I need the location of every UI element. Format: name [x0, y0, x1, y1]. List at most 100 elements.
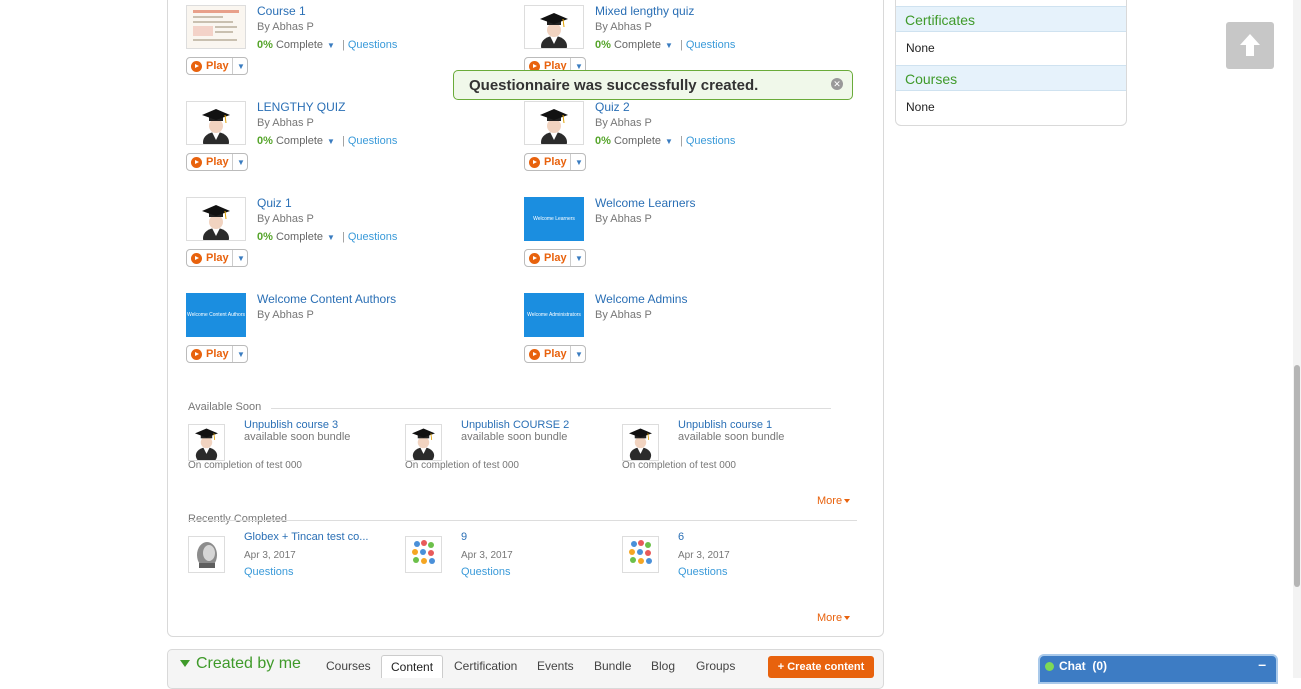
tab-blog[interactable]: Blog [651, 659, 675, 673]
chevron-down-icon[interactable]: ▼ [327, 233, 335, 242]
scroll-to-top-button[interactable] [1226, 22, 1274, 69]
questions-link[interactable]: Questions [244, 566, 294, 578]
more-link[interactable]: More [817, 495, 850, 507]
course-thumbnail[interactable] [524, 101, 584, 145]
created-by-me-panel: Created by me Courses Content Certificat… [167, 649, 884, 689]
arrow-up-icon [1240, 34, 1260, 56]
course-title[interactable]: Course 1 [257, 4, 306, 18]
bubbles-icon [629, 540, 652, 564]
divider [570, 154, 571, 170]
questions-link[interactable]: Questions [348, 39, 398, 51]
item-title[interactable]: Unpublish course 3 [244, 419, 338, 431]
tab-groups[interactable]: Groups [696, 659, 735, 673]
course-title[interactable]: Welcome Content Authors [257, 292, 396, 306]
tab-bundle[interactable]: Bundle [594, 659, 631, 673]
item-subtitle: available soon bundle [678, 431, 785, 443]
course-card: Welcome Learners Welcome Learners By Abh… [524, 196, 844, 277]
course-author: By Abhas P [257, 117, 314, 129]
course-author: By Abhas P [257, 213, 314, 225]
available-soon-item: Unpublish course 3 available soon bundle… [188, 419, 398, 484]
more-link[interactable]: More [817, 612, 850, 624]
play-button[interactable]: Play ▼ [186, 153, 248, 171]
tab-content[interactable]: Content [381, 655, 444, 678]
courses-heading: Courses [896, 65, 1126, 91]
chevron-down-icon[interactable]: ▼ [237, 350, 245, 359]
chat-widget[interactable]: Chat (0) – [1038, 654, 1278, 684]
course-title[interactable]: Welcome Admins [595, 292, 687, 306]
course-progress: 0% Complete ▼ | Questions [257, 39, 397, 51]
chevron-down-icon[interactable]: ▼ [327, 41, 335, 50]
course-thumbnail[interactable]: Welcome Administrators [524, 293, 584, 337]
document-thumbnail-icon [193, 10, 239, 41]
toast-message: Questionnaire was successfully created. [469, 77, 759, 94]
course-thumbnail[interactable] [186, 197, 246, 241]
chevron-down-icon[interactable]: ▼ [575, 350, 583, 359]
close-icon[interactable]: ✕ [831, 78, 843, 90]
created-by-me-toggle[interactable]: Created by me [180, 655, 301, 673]
play-button[interactable]: Play ▼ [524, 249, 586, 267]
chat-label: Chat (0) [1059, 659, 1107, 673]
chevron-down-icon[interactable]: ▼ [575, 254, 583, 263]
item-thumbnail[interactable] [405, 424, 442, 461]
chevron-down-icon[interactable]: ▼ [237, 254, 245, 263]
play-label: Play [206, 60, 229, 72]
bubbles-icon [412, 540, 435, 564]
item-thumbnail[interactable] [188, 424, 225, 461]
item-thumbnail[interactable] [188, 536, 225, 573]
course-thumbnail[interactable] [186, 5, 246, 49]
progress-status: Complete [275, 231, 324, 243]
divider: | [341, 135, 345, 147]
tab-courses[interactable]: Courses [326, 659, 371, 673]
create-content-button[interactable]: + Create content [768, 656, 874, 678]
tab-events[interactable]: Events [537, 659, 574, 673]
play-button[interactable]: Play ▼ [524, 153, 586, 171]
item-title[interactable]: Globex + Tincan test co... [244, 531, 368, 543]
course-thumbnail[interactable]: Welcome Content Authors [186, 293, 246, 337]
chevron-down-icon[interactable]: ▼ [327, 137, 335, 146]
course-author: By Abhas P [595, 213, 652, 225]
play-label: Play [544, 156, 567, 168]
course-card: Quiz 2 By Abhas P 0% Complete ▼ | Questions… [524, 100, 844, 181]
scrollbar[interactable] [1293, 0, 1301, 678]
play-button[interactable]: Play ▼ [186, 57, 248, 75]
tab-certification[interactable]: Certification [454, 659, 517, 673]
progress-percent: 0% [595, 135, 611, 147]
course-title[interactable]: Mixed lengthy quiz [595, 4, 694, 18]
questions-link[interactable]: Questions [678, 566, 728, 578]
chevron-down-icon[interactable]: ▼ [575, 158, 583, 167]
item-thumbnail[interactable] [405, 536, 442, 573]
questions-link[interactable]: Questions [348, 135, 398, 147]
play-icon [191, 252, 202, 264]
item-title[interactable]: Unpublish course 1 [678, 419, 772, 431]
item-thumbnail[interactable] [622, 536, 659, 573]
chevron-down-icon[interactable]: ▼ [665, 41, 673, 50]
course-thumbnail[interactable] [186, 101, 246, 145]
course-title[interactable]: Quiz 2 [595, 100, 630, 114]
course-title[interactable]: LENGTHY QUIZ [257, 100, 345, 114]
play-button[interactable]: Play ▼ [524, 345, 586, 363]
course-thumbnail[interactable] [524, 5, 584, 49]
scrollbar-thumb[interactable] [1294, 365, 1300, 587]
item-condition: On completion of test 000 [405, 460, 519, 471]
minimize-icon[interactable]: – [1258, 656, 1266, 672]
recently-completed-item: 6 Apr 3, 2017 Questions [622, 531, 832, 596]
chevron-down-icon[interactable]: ▼ [665, 137, 673, 146]
play-button[interactable]: Play ▼ [186, 345, 248, 363]
course-title[interactable]: Quiz 1 [257, 196, 292, 210]
course-thumbnail[interactable]: Welcome Learners [524, 197, 584, 241]
item-title[interactable]: 9 [461, 531, 467, 543]
chevron-down-icon[interactable]: ▼ [237, 62, 245, 71]
course-card: Welcome Content Authors Welcome Content … [186, 292, 506, 373]
course-title[interactable]: Welcome Learners [595, 196, 696, 210]
chevron-down-icon[interactable]: ▼ [237, 158, 245, 167]
questions-link[interactable]: Questions [348, 231, 398, 243]
questions-link[interactable]: Questions [686, 39, 736, 51]
questions-link[interactable]: Questions [461, 566, 511, 578]
play-button[interactable]: Play ▼ [186, 249, 248, 267]
questions-link[interactable]: Questions [686, 135, 736, 147]
course-card: Quiz 1 By Abhas P 0% Complete ▼ | Questions… [186, 196, 506, 277]
divider: | [341, 39, 345, 51]
item-title[interactable]: Unpublish COURSE 2 [461, 419, 569, 431]
item-title[interactable]: 6 [678, 531, 684, 543]
item-thumbnail[interactable] [622, 424, 659, 461]
